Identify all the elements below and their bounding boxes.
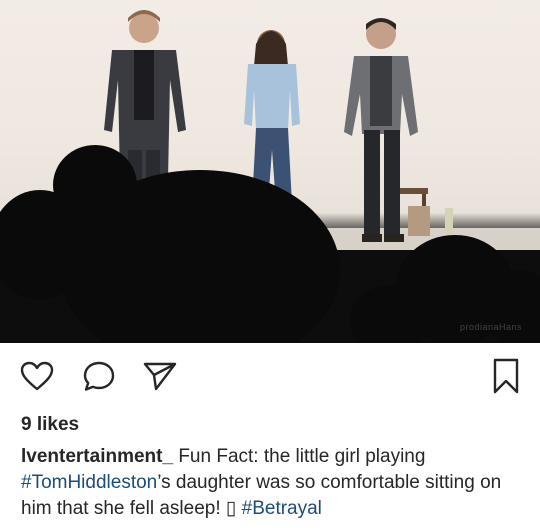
hashtag-link[interactable]: #Betrayal (242, 498, 322, 519)
emoji-glyph: ▯ (225, 498, 237, 519)
photo-watermark: prodianaHans (459, 322, 522, 332)
performer-right (344, 18, 418, 242)
paper-plane-icon[interactable] (142, 360, 178, 392)
heart-icon[interactable] (20, 361, 54, 391)
post-photo[interactable]: prodianaHans (0, 0, 540, 343)
hashtag-link[interactable]: #TomHiddleston (21, 472, 157, 493)
bookmark-icon[interactable] (491, 357, 521, 395)
caption-username[interactable]: lventertainment_ (21, 446, 173, 467)
stage-bottle (445, 208, 453, 236)
caption-text-part: Fun Fact: the little girl playing (173, 446, 426, 467)
comment-bubble-icon[interactable] (82, 360, 116, 392)
stage-photo-illustration (0, 10, 540, 343)
post-caption: lventertainment_ Fun Fact: the little gi… (21, 444, 526, 522)
instagram-post: prodianaHans 9 likes lventertainment_ Fu… (0, 0, 540, 530)
like-count[interactable]: 9 likes (21, 414, 79, 436)
post-action-bar (0, 343, 540, 407)
